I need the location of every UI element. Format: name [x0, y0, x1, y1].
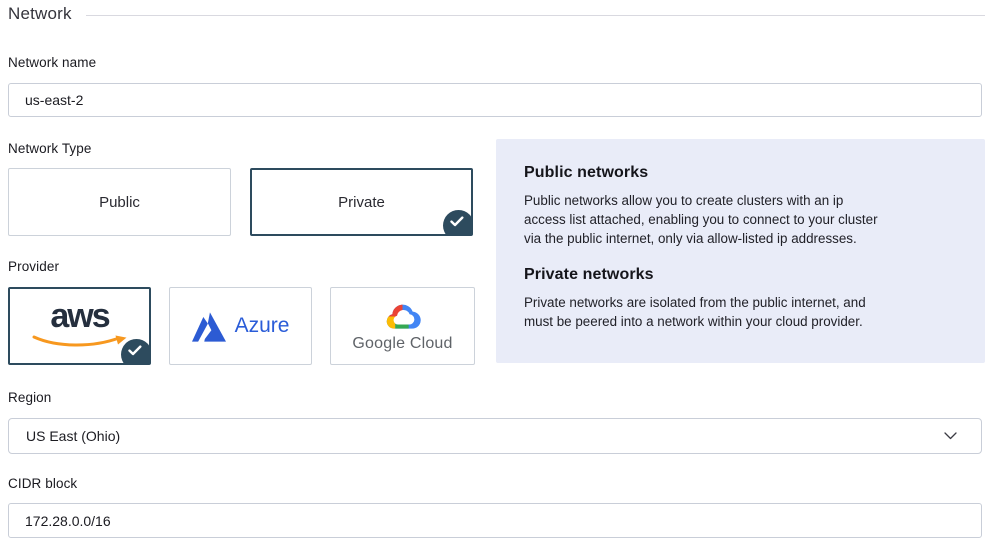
network-name-input[interactable]: [8, 83, 982, 117]
info-private-text: Private networks are isolated from the p…: [524, 293, 961, 312]
check-icon: [443, 210, 473, 236]
provider-label: Provider: [8, 259, 59, 274]
cidr-block-label: CIDR block: [8, 476, 77, 491]
check-icon: [121, 339, 151, 365]
aws-logo-text: aws: [28, 299, 132, 333]
network-settings-form: Network Network name Network Type Public…: [0, 0, 990, 549]
aws-logo-icon: aws: [28, 299, 132, 357]
aws-swoosh-icon: [31, 335, 129, 349]
network-type-label: Network Type: [8, 141, 92, 156]
info-public-title: Public networks: [524, 164, 961, 182]
network-type-option-label: Public: [99, 194, 140, 211]
info-private-title: Private networks: [524, 266, 961, 284]
google-cloud-logo: Google Cloud: [352, 303, 452, 353]
section-title: Network: [8, 4, 72, 24]
provider-option-azure[interactable]: Azure: [169, 287, 312, 365]
region-label: Region: [8, 390, 51, 405]
google-cloud-logo-icon: [384, 303, 421, 330]
google-cloud-logo-text: Google Cloud: [352, 335, 452, 353]
network-type-info-panel: Public networks Public networks allow yo…: [496, 139, 985, 363]
azure-logo-icon: [192, 311, 226, 342]
info-public-text: via the public internet, only via allow-…: [524, 229, 961, 248]
chevron-down-icon: [944, 427, 957, 445]
region-select-value: US East (Ohio): [26, 428, 120, 444]
section-divider: [86, 15, 985, 16]
network-name-label: Network name: [8, 55, 96, 70]
cidr-block-input[interactable]: [8, 503, 982, 538]
network-type-option-public[interactable]: Public: [8, 168, 231, 236]
info-private-text: must be peered into a network within you…: [524, 312, 961, 331]
network-type-option-private[interactable]: Private: [250, 168, 473, 236]
network-type-option-label: Private: [338, 194, 385, 211]
provider-option-google-cloud[interactable]: Google Cloud: [330, 287, 475, 365]
azure-logo: Azure: [192, 311, 290, 342]
section-header: Network: [8, 4, 985, 24]
provider-option-aws[interactable]: aws: [8, 287, 151, 365]
info-public-text: access list attached, enabling you to co…: [524, 210, 961, 229]
region-select[interactable]: US East (Ohio): [8, 418, 982, 454]
info-public-text: Public networks allow you to create clus…: [524, 191, 961, 210]
azure-logo-text: Azure: [235, 314, 290, 338]
